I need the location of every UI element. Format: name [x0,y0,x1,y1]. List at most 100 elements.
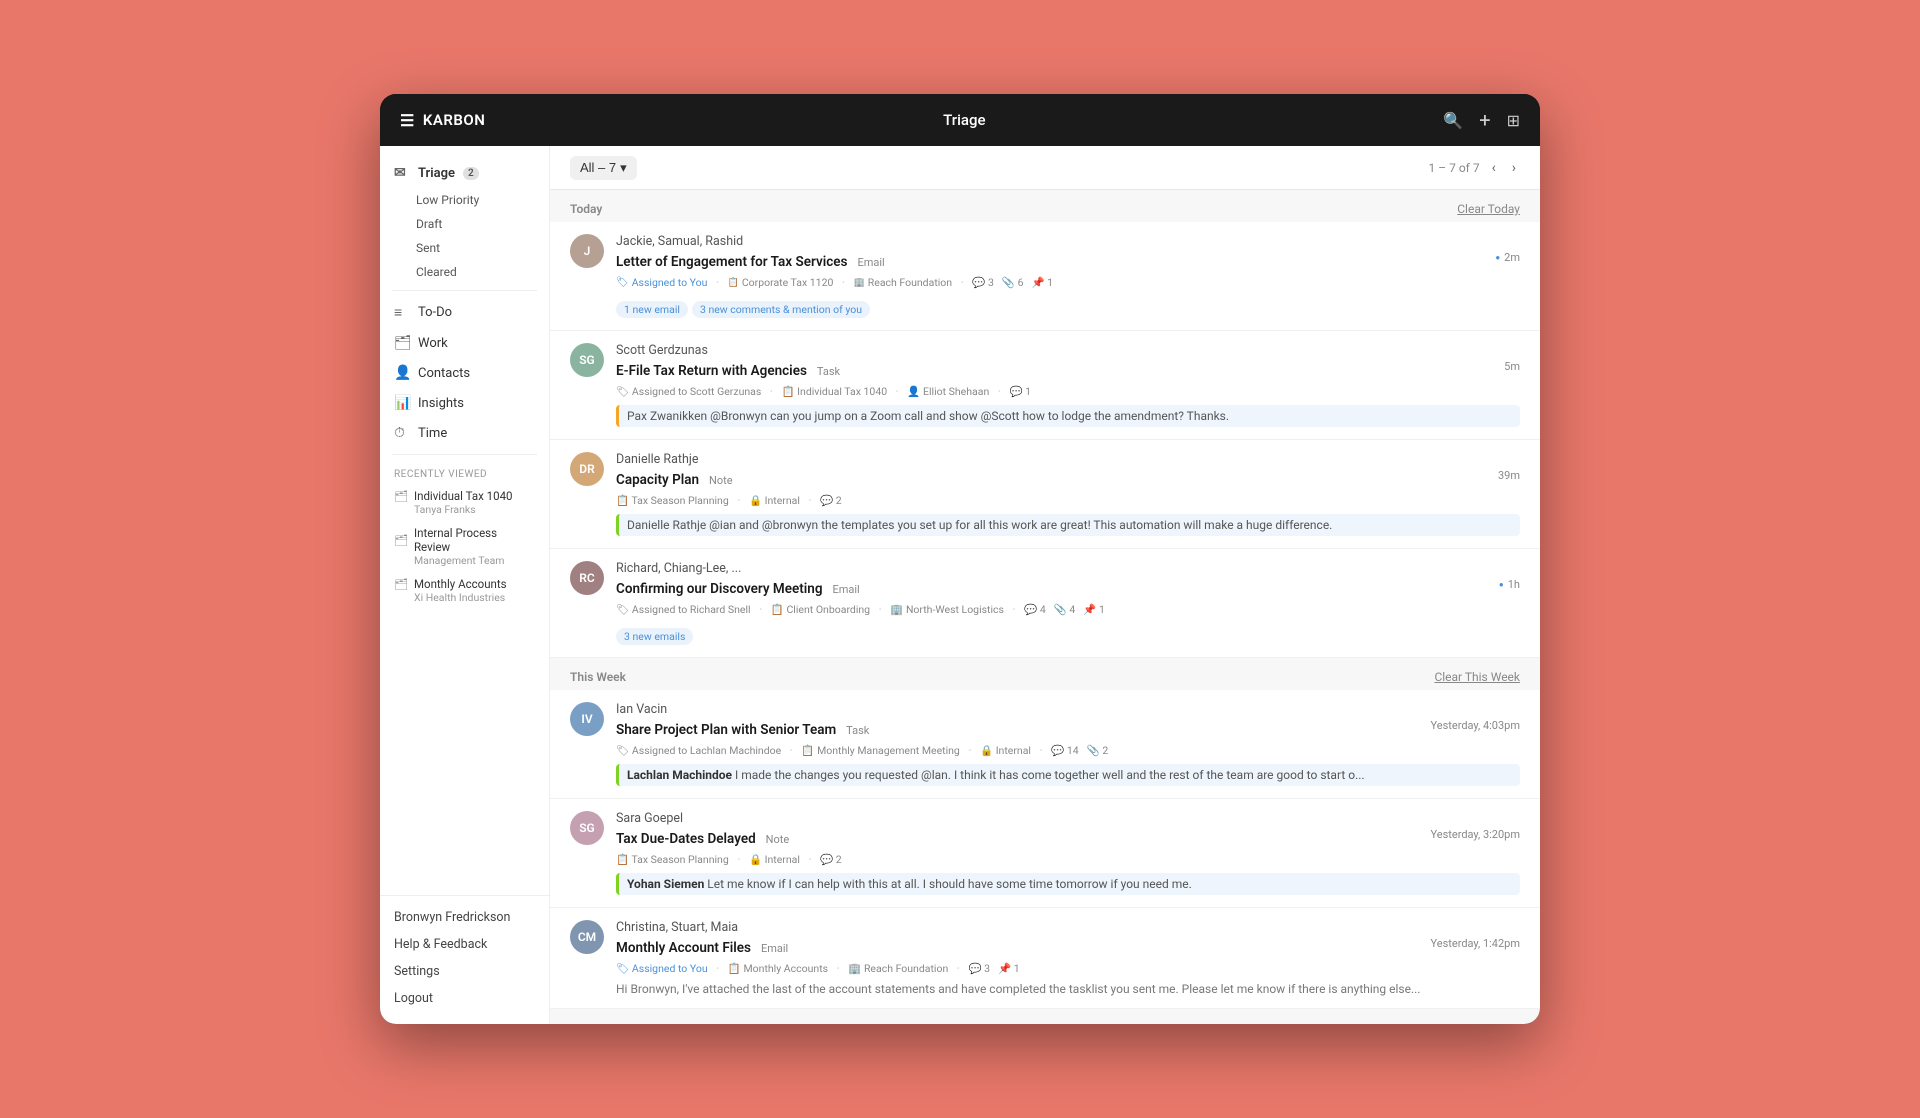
sidebar-sub-low-priority[interactable]: Low Priority [380,188,549,212]
insights-icon: 📊 [394,395,410,411]
meta-work-2: 📋 Tax Season Planning [616,494,729,507]
sidebar-sub-draft[interactable]: Draft [380,212,549,236]
email-preview-4: Lachlan Machindoe I made the changes you… [616,764,1520,786]
pill-comments-0: 3 new comments & mention of you [692,301,870,318]
contacts-icon: 👤 [394,365,410,381]
email-item-1[interactable]: SG Scott Gerdzunas E-File Tax Return wit… [550,331,1540,440]
recent-icon-2: 🗂 [394,578,408,591]
sidebar-item-todo[interactable]: ≡ To-Do [380,297,549,328]
meta-assigned-3: 🏷 Assigned to Richard Snell [616,603,751,616]
sidebar-settings[interactable]: Settings [380,958,549,985]
meta-internal-4: 🔒 Internal [980,744,1031,757]
email-preview-6: Hi Bronwyn, I've attached the last of th… [616,982,1520,996]
email-meta-4: 🏷 Assigned to Lachlan Machindoe · 📋 Mont… [616,741,1520,760]
email-item-3[interactable]: RC Richard, Chiang-Lee, ... Confirming o… [550,549,1540,658]
clear-thisweek-button[interactable]: Clear This Week [1434,670,1520,684]
sidebar-item-contacts[interactable]: 👤 Contacts [380,358,549,388]
email-body-1: Scott Gerdzunas E-File Tax Return with A… [616,343,1520,427]
meta-attach-0: 📎 6 [1002,276,1024,289]
meta-org-3: 🏢 North-West Logistics [890,603,1004,616]
email-item-4[interactable]: IV Ian Vacin Share Project Plan with Sen… [550,690,1540,799]
recent-item-0[interactable]: 🗂 Individual Tax 1040 Tanya Franks [380,484,549,521]
meta-attach-4: 📎 2 [1087,744,1109,757]
email-type-3: Email [833,583,860,596]
avatar-1: SG [570,343,604,377]
meta-work-5: 📋 Tax Season Planning [616,853,729,866]
next-page-button[interactable]: › [1508,158,1520,178]
sidebar-help[interactable]: Help & Feedback [380,931,549,958]
email-item-6[interactable]: CM Christina, Stuart, Maia Monthly Accou… [550,908,1540,1009]
unread-dot-3: ● [1499,580,1504,589]
email-item-5[interactable]: SG Sara Goepel Tax Due-Dates Delayed Not… [550,799,1540,908]
sidebar-sub-cleared[interactable]: Cleared [380,260,549,284]
clear-today-button[interactable]: Clear Today [1457,202,1520,216]
time-label: Time [418,426,447,441]
email-meta-2: 📋 Tax Season Planning · 🔒 Internal · 💬 2 [616,491,1520,510]
avatar-3: RC [570,561,604,595]
meta-assigned-0: 🏷 Assigned to You [616,276,707,289]
unread-dot-0: ● [1495,253,1500,262]
brand-name: KARBON [423,111,486,129]
email-meta-0: 🏷 Assigned to You · 📋 Corporate Tax 1120… [616,273,1520,292]
email-row1-6: Monthly Account Files Email Yesterday, 1… [616,937,1520,956]
meta-comments-4: 💬 14 [1051,744,1078,757]
brand[interactable]: ☰ KARBON [400,111,485,130]
sidebar-user[interactable]: Bronwyn Fredrickson [380,904,549,931]
email-type-2: Note [709,474,733,487]
recent-item-1[interactable]: 🗂 Internal Process Review Management Tea… [380,521,549,572]
sidebar-logout[interactable]: Logout [380,985,549,1012]
email-sender-1: Scott Gerdzunas [616,343,1520,358]
email-meta-5: 📋 Tax Season Planning · 🔒 Internal · 💬 2 [616,850,1520,869]
sidebar-item-time[interactable]: ⏱ Time [380,418,549,448]
add-icon[interactable]: + [1479,108,1490,132]
grid-icon[interactable]: ⊞ [1507,111,1520,130]
org-icon-0: 🏢 [854,278,865,288]
search-icon[interactable]: 🔍 [1443,111,1463,130]
prev-page-button[interactable]: ‹ [1488,158,1500,178]
recent-name-1: 🗂 Internal Process Review [394,526,535,554]
email-subject-1: E-File Tax Return with Agencies [616,363,807,379]
meta-org-0: 🏢 Reach Foundation [854,276,953,289]
email-subject-5: Tax Due-Dates Delayed [616,831,756,847]
email-sender-6: Christina, Stuart, Maia [616,920,1520,935]
email-type-6: Email [761,942,788,955]
email-sender-2: Danielle Rathje [616,452,1520,467]
email-body-3: Richard, Chiang-Lee, ... Confirming our … [616,561,1520,645]
meta-comments-5: 💬 2 [820,853,842,866]
email-type-0: Email [857,256,884,269]
insights-label: Insights [418,396,464,411]
meta-work-1: 📋 Individual Tax 1040 [781,385,887,398]
email-item-2[interactable]: DR Danielle Rathje Capacity Plan Note 39… [550,440,1540,549]
sidebar-divider-2 [392,454,537,455]
section-thisweek-header: This Week Clear This Week [550,658,1540,690]
menu-icon[interactable]: ☰ [400,111,415,130]
pill-new-emails-3: 3 new emails [616,628,693,645]
avatar-2: DR [570,452,604,486]
sidebar-sub-sent[interactable]: Sent [380,236,549,260]
email-time-5: Yesterday, 3:20pm [1431,828,1521,841]
email-sender-4: Ian Vacin [616,702,1520,717]
email-item-0[interactable]: J Jackie, Samual, Rashid Letter of Engag… [550,222,1540,331]
recent-item-2[interactable]: 🗂 Monthly Accounts Xi Health Industries [380,572,549,609]
sidebar-item-insights[interactable]: 📊 Insights [380,388,549,418]
meta-comments-0: 💬 3 [972,276,994,289]
todo-icon: ≡ [394,304,410,321]
email-body-0: Jackie, Samual, Rashid Letter of Engagem… [616,234,1520,318]
sidebar-item-triage[interactable]: ✉ Triage 2 [380,158,549,188]
email-meta-3: 🏷 Assigned to Richard Snell · 📋 Client O… [616,600,1520,619]
work-icon: 🗂 [394,335,410,351]
meta-assigned-1: 🏷 Assigned to Scott Gerzunas [616,385,761,398]
topbar-actions: 🔍 + ⊞ [1443,108,1520,132]
email-body-4: Ian Vacin Share Project Plan with Senior… [616,702,1520,786]
email-sender-3: Richard, Chiang-Lee, ... [616,561,1520,576]
chevron-down-icon: ▾ [620,160,627,176]
meta-internal-2: 🔒 Internal [749,494,800,507]
content-header: All – 7 ▾ 1 – 7 of 7 ‹ › [550,146,1540,190]
meta-person-1: 👤 Elliot Shehaan [907,385,989,398]
sidebar-item-work[interactable]: 🗂 Work [380,328,549,358]
section-today-header: Today Clear Today [550,190,1540,222]
time-icon: ⏱ [394,425,410,441]
filter-button[interactable]: All – 7 ▾ [570,156,637,180]
recent-name-0: 🗂 Individual Tax 1040 [394,489,535,503]
email-subject-0: Letter of Engagement for Tax Services [616,254,847,270]
